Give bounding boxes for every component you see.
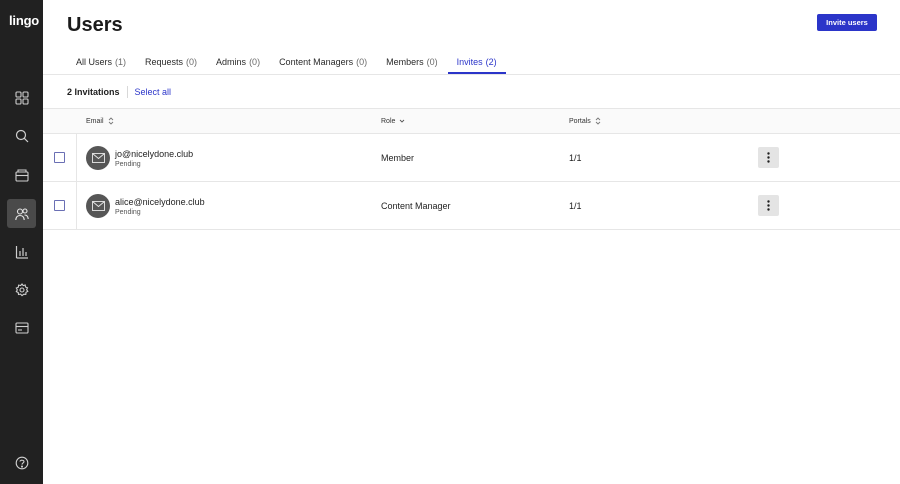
column-header-email[interactable]: Email: [86, 117, 114, 125]
more-vertical-icon: [767, 200, 770, 211]
table-row: alice@nicelydone.club Pending Content Ma…: [43, 182, 900, 230]
sort-desc-icon: [400, 119, 405, 123]
table-header: Email Role Portals: [43, 108, 900, 134]
user-tabs: All Users (1) Requests (0) Admins (0) Co…: [67, 51, 507, 74]
column-label: Email: [86, 117, 104, 125]
invitations-count: 2 Invitations: [67, 87, 120, 97]
column-header-portals[interactable]: Portals: [569, 117, 601, 125]
billing-icon: [14, 321, 29, 334]
invite-status: Pending: [115, 209, 141, 216]
tab-count: (0): [356, 57, 368, 67]
page-title: Users: [67, 14, 123, 36]
dashboard-icon: [14, 90, 29, 105]
column-header-role[interactable]: Role: [381, 117, 405, 125]
avatar: [86, 146, 110, 170]
box-icon: [14, 168, 29, 182]
nav-analytics[interactable]: [7, 237, 36, 266]
row-checkbox[interactable]: [54, 152, 65, 163]
tab-members[interactable]: Members (0): [377, 51, 447, 74]
tab-label: Admins: [216, 57, 247, 67]
invite-portals: 1/1: [569, 153, 582, 163]
table-row: jo@nicelydone.club Pending Member 1/1: [43, 134, 900, 182]
tab-invites[interactable]: Invites (2): [447, 51, 506, 74]
row-checkbox[interactable]: [54, 200, 65, 211]
tab-count: (0): [186, 57, 198, 67]
tab-all-users[interactable]: All Users (1): [67, 51, 135, 74]
more-vertical-icon: [767, 152, 770, 163]
sort-icon: [108, 117, 113, 125]
nav-users[interactable]: [7, 199, 36, 228]
sidebar: lingo: [0, 0, 43, 484]
main-content: Users Invite users All Users (1) Request…: [43, 0, 900, 484]
row-more-button[interactable]: [758, 147, 779, 168]
tab-count: (0): [426, 57, 438, 67]
tab-label: Invites: [456, 57, 483, 67]
tab-count: (1): [115, 57, 127, 67]
invite-users-button[interactable]: Invite users: [817, 14, 877, 31]
chart-icon: [15, 245, 28, 259]
invite-email: alice@nicelydone.club: [115, 197, 205, 207]
gear-icon: [15, 282, 29, 296]
avatar: [86, 194, 110, 218]
nav-help[interactable]: [7, 448, 36, 477]
nav-billing[interactable]: [7, 313, 36, 342]
nav-settings[interactable]: [7, 275, 36, 304]
tab-label: All Users: [76, 57, 113, 67]
invite-email: jo@nicelydone.club: [115, 149, 194, 159]
tab-label: Content Managers: [279, 57, 354, 67]
envelope-icon: [91, 153, 105, 163]
nav-library[interactable]: [7, 160, 36, 189]
tab-admins[interactable]: Admins (0): [207, 51, 269, 74]
invite-status: Pending: [115, 161, 141, 168]
tab-label: Requests: [145, 57, 184, 67]
tab-count: (2): [485, 57, 497, 67]
tab-count: (0): [249, 57, 261, 67]
nav-dashboard[interactable]: [7, 83, 36, 112]
envelope-icon: [91, 201, 105, 211]
column-label: Role: [381, 117, 396, 125]
tab-label: Members: [386, 57, 424, 67]
nav-search[interactable]: [7, 121, 36, 150]
help-icon: [15, 456, 28, 469]
selection-toolbar: 2 Invitations Select all: [67, 86, 171, 98]
invite-role: Content Manager: [381, 201, 451, 211]
sort-icon: [595, 117, 601, 125]
select-all-link[interactable]: Select all: [135, 87, 172, 97]
invite-portals: 1/1: [569, 201, 582, 211]
invites-table: Email Role Portals jo@nicelydone.club Pe…: [43, 108, 900, 230]
users-icon: [14, 207, 29, 220]
tabs-divider: [43, 74, 900, 75]
app-logo[interactable]: lingo: [9, 13, 39, 28]
tab-content-managers[interactable]: Content Managers (0): [270, 51, 376, 74]
search-icon: [15, 129, 28, 142]
invite-role: Member: [381, 153, 415, 163]
column-label: Portals: [569, 117, 591, 125]
toolbar-divider: [126, 86, 128, 98]
tab-requests[interactable]: Requests (0): [136, 51, 206, 74]
row-more-button[interactable]: [758, 195, 779, 216]
